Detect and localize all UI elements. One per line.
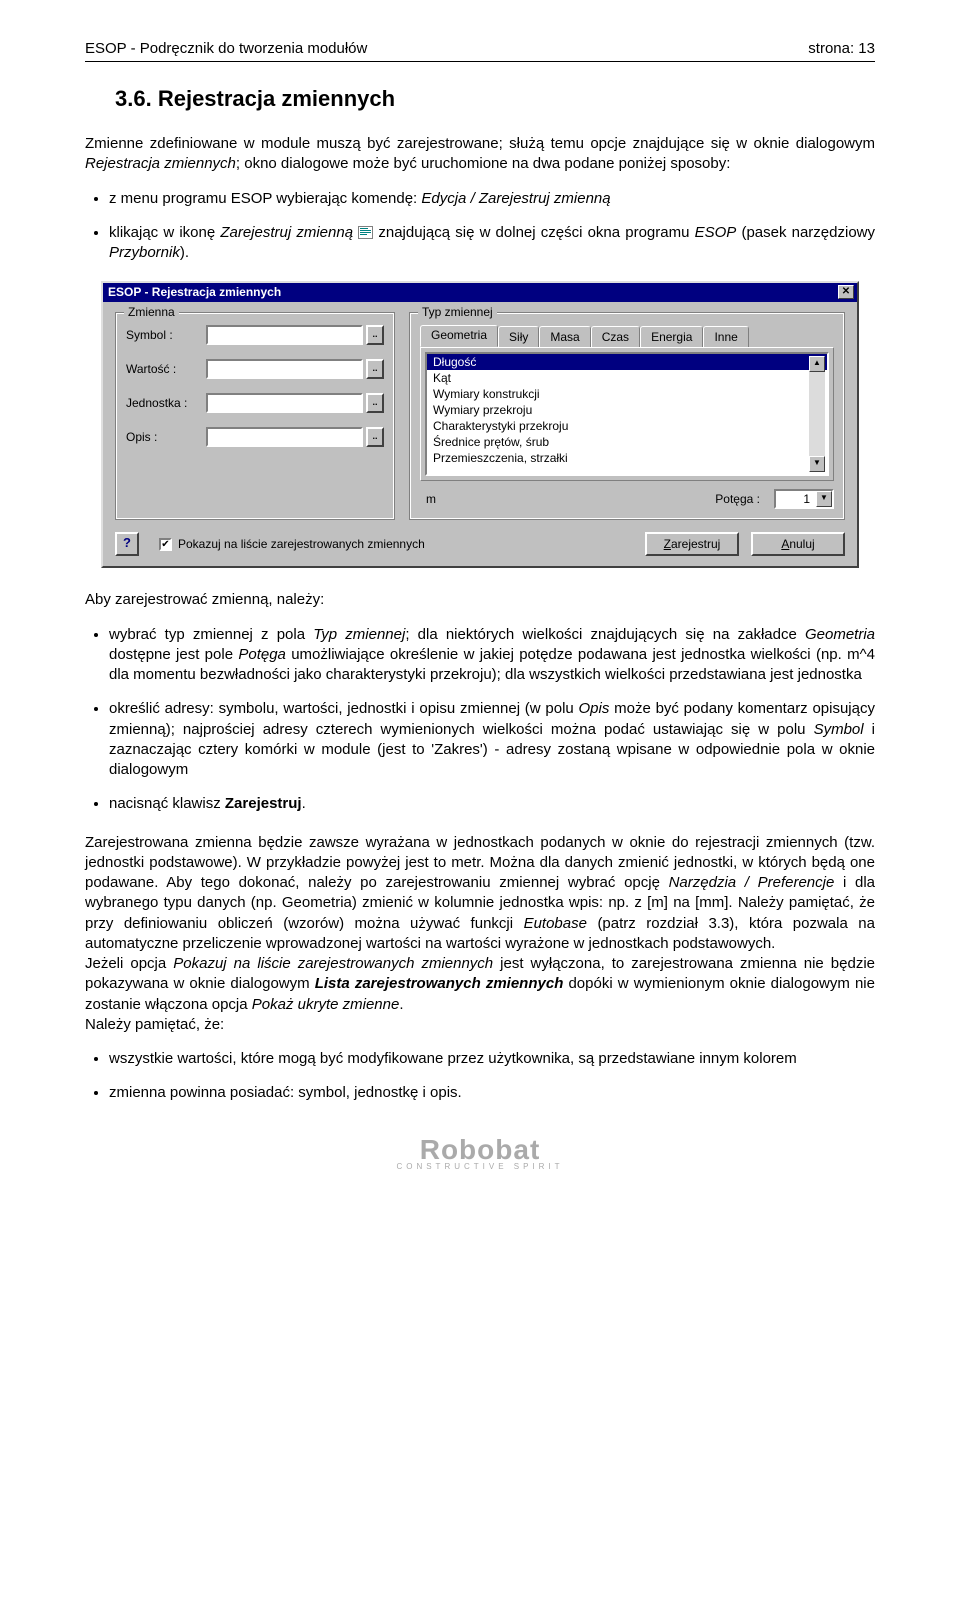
listbox-types[interactable]: Długość Kąt Wymiary konstrukcji Wymiary …	[425, 352, 829, 476]
tab-sily[interactable]: Siły	[498, 326, 539, 348]
header-left: ESOP - Podręcznik do tworzenia modułów	[85, 40, 367, 57]
tabs-type: Geometria Siły Masa Czas Energia Inne	[420, 325, 834, 347]
group-variable-legend: Zmienna	[124, 305, 179, 319]
final-bullets: wszystkie wartości, które mogą być modyf…	[85, 1049, 875, 1104]
dialog-register-variables: ESOP - Rejestracja zmiennych ✕ Zmienna S…	[101, 281, 859, 568]
intro-bullets: z menu programu ESOP wybierając komendę:…	[85, 189, 875, 264]
after-bullet-3: nacisnąć klawisz Zarejestruj.	[109, 794, 875, 814]
list-item[interactable]: Wymiary przekroju	[427, 402, 827, 418]
scroll-up-icon[interactable]: ▲	[809, 356, 825, 372]
intro-paragraph: Zmienne zdefiniowane w module muszą być …	[85, 134, 875, 175]
list-item[interactable]: Wymiary konstrukcji	[427, 386, 827, 402]
para-units: Zarejestrowana zmienna będzie zawsze wyr…	[85, 833, 875, 955]
checkbox-label: Pokazuj na liście zarejestrowanych zmien…	[178, 537, 425, 551]
ellipsis-symbol[interactable]: ..	[366, 325, 384, 345]
ellipsis-value[interactable]: ..	[366, 359, 384, 379]
register-button[interactable]: Zarejestruj	[645, 532, 739, 556]
list-item[interactable]: Kąt	[427, 370, 827, 386]
label-potega: Potęga :	[715, 492, 760, 506]
group-type-legend: Typ zmiennej	[418, 305, 497, 319]
after-bullet-1: wybrać typ zmiennej z pola Typ zmiennej;…	[109, 625, 875, 686]
tab-czas[interactable]: Czas	[591, 326, 640, 348]
logo-subtitle: CONSTRUCTIVE SPIRIT	[85, 1162, 875, 1171]
tab-pane: Długość Kąt Wymiary konstrukcji Wymiary …	[420, 347, 834, 481]
footer-logo: Robobat CONSTRUCTIVE SPIRIT	[85, 1134, 875, 1171]
list-item[interactable]: Charakterystyki przekroju	[427, 418, 827, 434]
cancel-button[interactable]: Anuluj	[751, 532, 845, 556]
ellipsis-unit[interactable]: ..	[366, 393, 384, 413]
tab-masa[interactable]: Masa	[539, 326, 590, 348]
list-item[interactable]: Średnice prętów, śrub	[427, 434, 827, 450]
intro-bullet-2: klikając w ikonę Zarejestruj zmienną zna…	[109, 223, 875, 264]
after-bullet-2: określić adresy: symbolu, wartości, jedn…	[109, 699, 875, 780]
final-bullet-2: zmienna powinna posiadać: symbol, jednos…	[109, 1083, 875, 1103]
label-desc: Opis :	[126, 430, 206, 444]
unit-display: m	[426, 492, 436, 506]
combo-potega[interactable]: 1 ▼	[774, 489, 834, 509]
list-item[interactable]: Długość	[427, 354, 827, 370]
after-bullets: wybrać typ zmiennej z pola Typ zmiennej;…	[85, 625, 875, 815]
scroll-down-icon[interactable]: ▼	[809, 456, 825, 472]
para-show-option: Jeżeli opcja Pokazuj na liście zarejestr…	[85, 954, 875, 1015]
listbox-scrollbar[interactable]: ▲ ▼	[809, 356, 825, 472]
chevron-down-icon[interactable]: ▼	[816, 491, 832, 507]
register-variable-icon	[358, 226, 373, 239]
input-desc[interactable]	[206, 427, 363, 447]
combo-potega-value: 1	[776, 491, 816, 507]
dialog-titlebar[interactable]: ESOP - Rejestracja zmiennych ✕	[103, 283, 857, 302]
tab-inne[interactable]: Inne	[703, 326, 748, 348]
label-symbol: Symbol :	[126, 328, 206, 342]
tab-energia[interactable]: Energia	[640, 326, 703, 348]
intro-bullet-1: z menu programu ESOP wybierając komendę:…	[109, 189, 875, 209]
final-bullet-1: wszystkie wartości, które mogą być modyf…	[109, 1049, 875, 1069]
close-button[interactable]: ✕	[838, 285, 854, 299]
page-header: ESOP - Podręcznik do tworzenia modułów s…	[85, 40, 875, 57]
group-type: Typ zmiennej Geometria Siły Masa Czas En…	[409, 312, 845, 520]
ellipsis-desc[interactable]: ..	[366, 427, 384, 447]
label-value: Wartość :	[126, 362, 206, 376]
group-variable: Zmienna Symbol : .. Wartość : .. Jednost…	[115, 312, 395, 520]
para-remember: Należy pamiętać, że:	[85, 1015, 875, 1035]
input-unit[interactable]	[206, 393, 363, 413]
tab-geometria[interactable]: Geometria	[420, 325, 498, 347]
header-rule	[85, 61, 875, 62]
help-button[interactable]: ?	[115, 532, 139, 556]
list-item[interactable]: Przemieszczenia, strzałki	[427, 450, 827, 466]
header-right: strona: 13	[808, 40, 875, 57]
dialog-title: ESOP - Rejestracja zmiennych	[108, 285, 838, 299]
checkbox-show-in-list[interactable]: ✔	[159, 538, 172, 551]
label-unit: Jednostka :	[126, 396, 206, 410]
input-symbol[interactable]	[206, 325, 363, 345]
after-lead: Aby zarejestrować zmienną, należy:	[85, 590, 875, 610]
section-heading: 3.6. Rejestracja zmiennych	[115, 86, 875, 112]
input-value[interactable]	[206, 359, 363, 379]
